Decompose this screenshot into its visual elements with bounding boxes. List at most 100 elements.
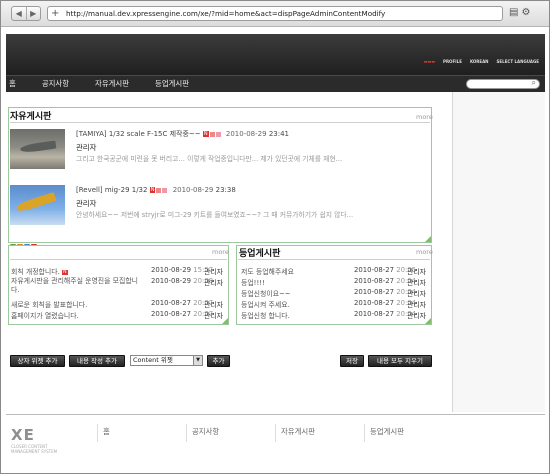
level-board-title: 등업게시판 — [239, 249, 281, 259]
list-item-title[interactable]: 자유게시판을 관리해주실 운영진을 모집합니다. — [11, 277, 139, 295]
toolbar-icons: ▤⚙ — [509, 7, 533, 18]
site-header: ▬▬▬ PROFILE KOREAN SELECT LANGUAGE — [6, 34, 545, 75]
new-icon: N — [61, 269, 68, 275]
list-item-date: 2010-08-27 — [354, 299, 395, 307]
list-item-title[interactable]: 새로운 회칙을 발표합니다. — [11, 299, 87, 309]
top-menu-korean[interactable]: KOREAN — [470, 59, 489, 64]
level-board-more-link[interactable]: more — [416, 248, 433, 256]
add-box-widget-button[interactable]: 상자 위젯 추가 — [10, 355, 65, 367]
footer-menu-home[interactable]: 홈 — [103, 426, 110, 437]
list-item-date: 2010-08-27 — [354, 277, 395, 285]
free-board-widget[interactable] — [8, 107, 432, 243]
post-date: 2010-08-29 — [172, 186, 214, 194]
nav-item-home[interactable]: 홈 — [9, 76, 16, 92]
list-item-author[interactable]: 관리자 — [407, 288, 426, 298]
widget-type-value[interactable]: Content 위젯 — [133, 356, 173, 364]
divider — [10, 259, 227, 260]
attach-icon — [215, 131, 221, 137]
list-item-date: 2010-08-27 — [151, 310, 192, 318]
list-item-date: 2010-08-27 — [354, 310, 395, 318]
browser-window: ◀ ▶ + http://manual.dev.xpressengine.com… — [0, 0, 550, 474]
list-item-date: 2010-08-27 — [354, 266, 395, 274]
list-item[interactable]: 자유게시판을 관리해주실 운영진을 모집합니다. 2010-08-29 20:0… — [11, 277, 227, 295]
image-icon — [209, 131, 215, 137]
post-excerpt[interactable]: 그리고 한국공군에 미련을 못 버리고... 이렇게 작업중입니다만... 제가… — [76, 153, 342, 163]
page-icon[interactable]: ▤ — [509, 7, 521, 18]
notice-more-link[interactable]: more — [212, 248, 229, 256]
post-title-text[interactable]: [Revell] mig-29 1/32 — [76, 186, 147, 194]
list-item-date: 2010-08-29 — [151, 277, 192, 285]
search-input[interactable]: ⌕ — [466, 78, 540, 89]
list-item-date: 2010-08-29 — [151, 266, 192, 274]
list-item-author[interactable]: 관리자 — [204, 277, 223, 287]
list-item-date: 2010-08-27 — [354, 288, 395, 296]
browser-toolbar: ◀ ▶ + http://manual.dev.xpressengine.com… — [1, 1, 549, 27]
divider — [238, 259, 430, 260]
free-board-title: 자유게시판 — [10, 112, 52, 122]
top-menu-select-language[interactable]: SELECT LANGUAGE — [497, 59, 539, 64]
list-item-title[interactable]: 등업신청이요~~ — [241, 288, 291, 298]
forward-button[interactable]: ▶ — [25, 7, 41, 20]
footer-separator — [186, 424, 187, 442]
list-item-title[interactable]: 등업시켜 주세요. — [241, 299, 290, 309]
top-menu: ▬▬▬ PROFILE KOREAN SELECT LANGUAGE — [424, 59, 539, 64]
footer-menu-free-board[interactable]: 자유게시판 — [281, 426, 315, 437]
new-icon: N — [202, 131, 209, 137]
attach-icon — [162, 187, 168, 193]
post-time: 23:41 — [268, 130, 289, 138]
post-title-1[interactable]: [TAMIYA] 1/32 scale F-15C 제작중~~ N 2010-0… — [76, 129, 289, 139]
chevron-down-icon[interactable]: ▼ — [193, 356, 202, 365]
search-icon[interactable]: ⌕ — [532, 78, 536, 88]
footer-separator — [364, 424, 365, 442]
list-item-author[interactable]: 관리자 — [407, 310, 426, 320]
list-item-author[interactable]: 관리자 — [204, 266, 223, 276]
save-button[interactable]: 저장 — [340, 355, 364, 367]
list-item-title[interactable]: 등업!!!! — [241, 277, 265, 287]
footer-menu-level-board[interactable]: 등업게시판 — [370, 426, 404, 437]
list-item-author[interactable]: 관리자 — [407, 277, 426, 287]
post-author[interactable]: 관리자 — [76, 142, 96, 153]
new-tab-icon[interactable]: + — [51, 7, 59, 20]
xe-tagline: CLOSER CONTENT MANAGEMENT SYSTEM — [11, 444, 58, 454]
list-item-title[interactable]: 저도 등업해주세요 — [241, 266, 294, 276]
post-author[interactable]: 관리자 — [76, 198, 96, 209]
nav-buttons: ◀ ▶ — [11, 6, 41, 21]
post-time: 23:38 — [215, 186, 236, 194]
top-menu-profile[interactable]: PROFILE — [443, 59, 462, 64]
right-column — [452, 92, 545, 412]
address-bar[interactable]: + http://manual.dev.xpressengine.com/xe/… — [47, 6, 503, 21]
new-icon: N — [149, 187, 156, 193]
list-item-author[interactable]: 관리자 — [407, 266, 426, 276]
post-title-text[interactable]: [TAMIYA] 1/32 scale F-15C 제작중~~ — [76, 130, 201, 138]
list-item-author[interactable]: 관리자 — [204, 299, 223, 309]
add-content-button[interactable]: 내용 작성 추가 — [69, 355, 125, 367]
free-board-more-link[interactable]: more — [416, 113, 433, 121]
url-text[interactable]: http://manual.dev.xpressengine.com/xe/?m… — [66, 7, 385, 20]
post-thumbnail-f15[interactable] — [10, 129, 65, 169]
top-menu-marker: ▬▬▬ — [423, 59, 436, 64]
list-item-title[interactable]: 홈페이지가 열렸습니다. — [11, 310, 79, 320]
nav-item-notice[interactable]: 공지사항 — [42, 76, 69, 92]
footer-menu-notice[interactable]: 공지사항 — [192, 426, 219, 437]
add-button[interactable]: 추가 — [207, 355, 230, 367]
gear-icon[interactable]: ⚙ — [521, 7, 533, 18]
divider — [10, 122, 430, 123]
post-thumbnail-mig29[interactable] — [10, 185, 65, 225]
post-title-2[interactable]: [Revell] mig-29 1/32 N 2010-08-29 23:38 — [76, 186, 236, 194]
widget-type-select[interactable]: Content 위젯 ▼ — [130, 355, 203, 366]
xe-logo[interactable]: XE — [11, 426, 35, 444]
nav-item-free-board[interactable]: 자유게시판 — [95, 76, 129, 92]
main-navigation: 홈 공지사항 자유게시판 등업게시판 ⌕ — [6, 75, 545, 92]
resize-handle[interactable] — [425, 236, 431, 242]
list-item-date: 2010-08-27 — [151, 299, 192, 307]
post-date: 2010-08-29 — [225, 130, 267, 138]
post-excerpt[interactable]: 안녕하세요~~ 저번에 stryjr로 미그-29 키트를 들여보였죠~~? 그… — [76, 209, 353, 219]
list-item-title[interactable]: 회칙 개정합니다. — [11, 268, 60, 276]
footer-separator — [275, 424, 276, 442]
remove-all-button[interactable]: 내용 모두 지우기 — [368, 355, 432, 367]
list-item-author[interactable]: 관리자 — [407, 299, 426, 309]
nav-item-level-board[interactable]: 등업게시판 — [155, 76, 189, 92]
list-item-author[interactable]: 관리자 — [204, 310, 223, 320]
back-button[interactable]: ◀ — [12, 7, 26, 20]
list-item-title[interactable]: 등업신청 합니다. — [241, 310, 290, 320]
